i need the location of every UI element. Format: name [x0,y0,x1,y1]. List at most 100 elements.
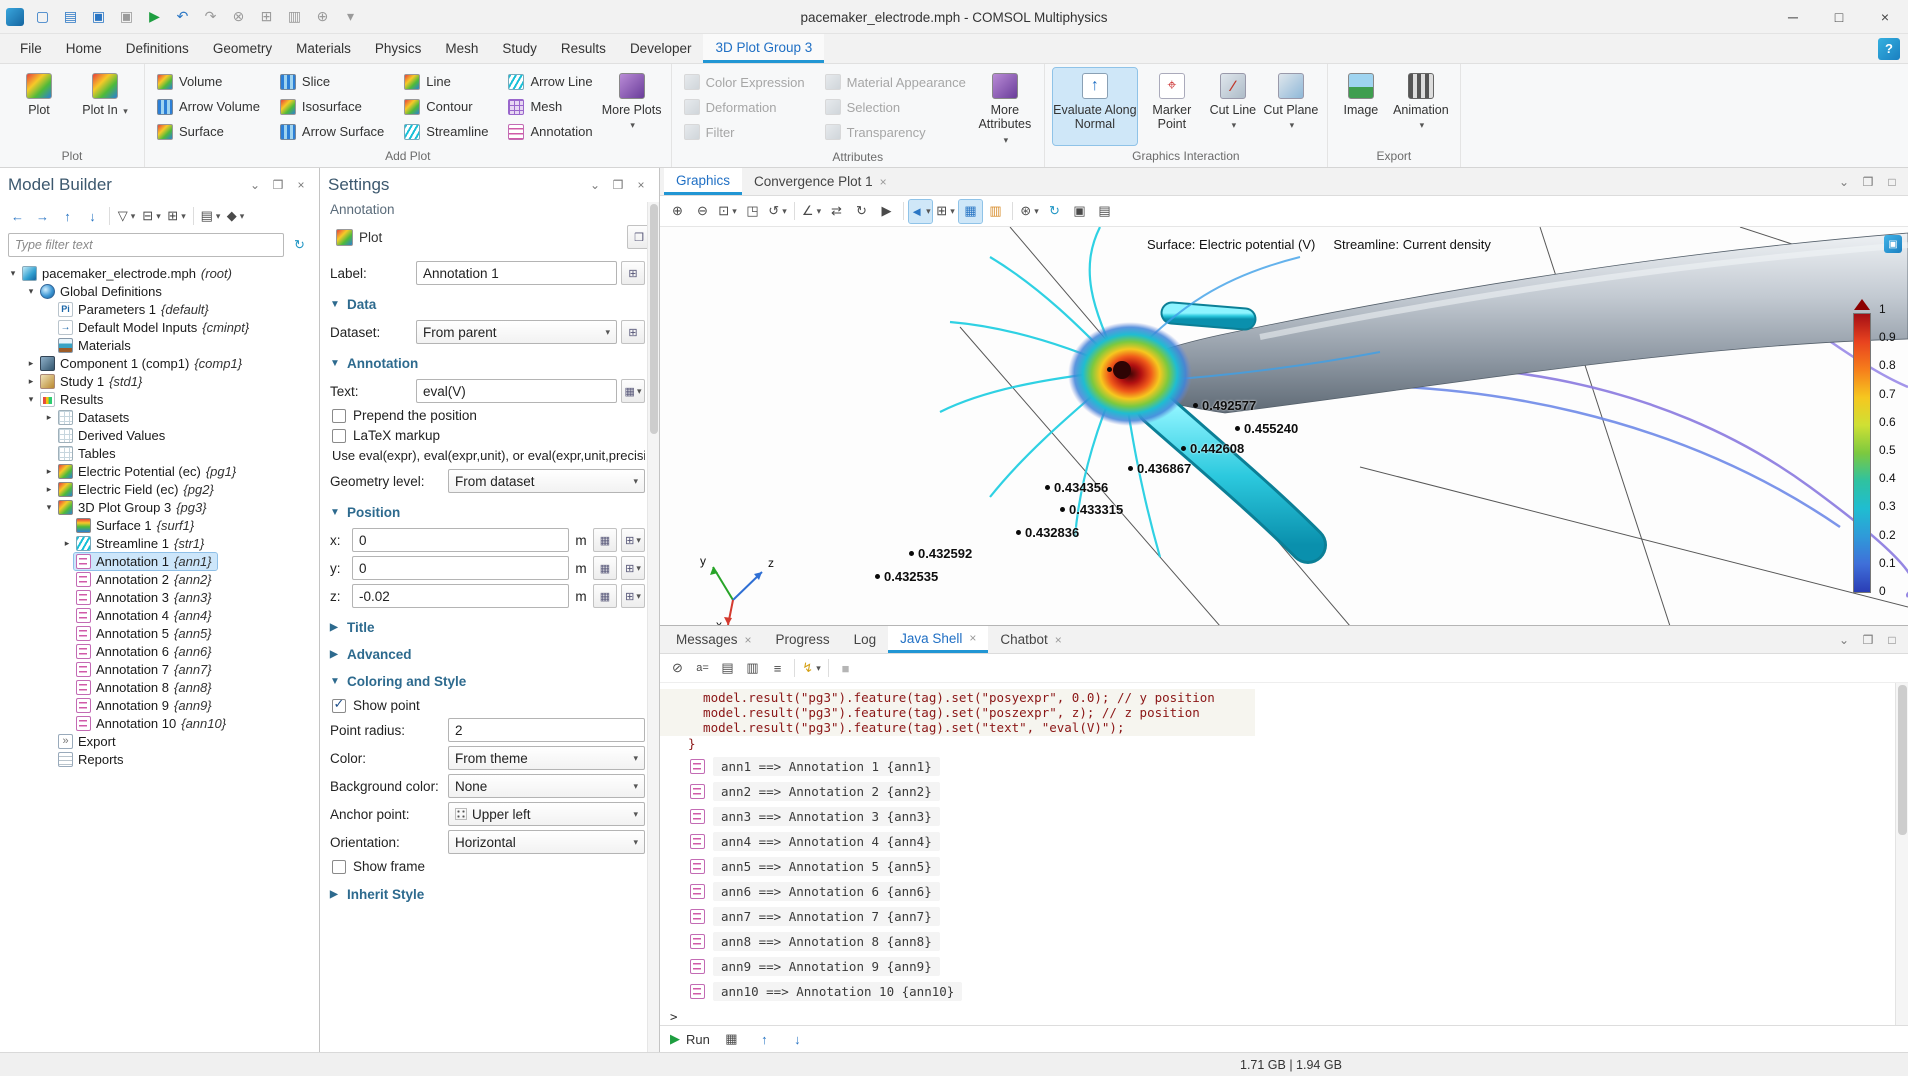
java-shell-output[interactable]: model.result("pg3").feature(tag).set("po… [660,683,1908,1025]
tab-progress[interactable]: Progress [764,626,842,653]
more-attributes-button[interactable]: More Attributes ▾ [974,68,1036,146]
tab-chatbot[interactable]: Chatbot× [988,626,1073,653]
measure-icon[interactable]: ▥ [984,200,1007,223]
filter-button[interactable]: Filter [680,120,809,144]
zoom-box-icon[interactable]: ⊡▾ [716,200,739,223]
tree-item-electric-field[interactable]: ▸Electric Field (ec){pg2} [0,480,319,498]
tree-item-annotation-9[interactable]: Annotation 9{ann9} [0,696,319,714]
help-button[interactable]: ? [1878,38,1900,60]
add-slice-button[interactable]: Slice [276,70,388,94]
word-wrap-icon[interactable]: ≡ [766,657,789,680]
tree-item-export[interactable]: Export [0,732,319,750]
history-previous-icon[interactable]: ↑ [753,1028,776,1051]
y-range-button[interactable]: ▦ [593,556,617,580]
tree-item-datasets[interactable]: ▸Datasets [0,408,319,426]
view-layout-icon[interactable]: ⊞▾ [934,200,957,223]
tree-item-electric-potential[interactable]: ▸Electric Potential (ec){pg1} [0,462,319,480]
panel-menu-icon[interactable]: ⌄ [245,175,265,195]
transparency-button[interactable]: Transparency [821,120,970,144]
switch-view-icon[interactable]: ⇄ [825,200,848,223]
annotation-text-input[interactable] [416,379,617,403]
add-mesh-button[interactable]: Mesh [504,95,596,119]
model-tree-node-button[interactable]: ◆▾ [224,205,247,228]
panel-menu-icon[interactable]: ⌄ [585,175,605,195]
expand-all-button[interactable]: ⊞▾ [165,205,188,228]
plot-ribbon-button[interactable]: Plot [8,68,70,145]
settings-plot-button[interactable]: Plot [328,226,390,249]
z-input[interactable] [352,584,569,608]
copy-button[interactable]: ⊞ [253,4,280,30]
prepend-position-checkbox[interactable] [332,409,346,423]
section-data[interactable]: ▼Data [330,289,645,316]
deformation-button[interactable]: Deformation [680,95,809,119]
add-annotation-button[interactable]: Annotation [504,120,596,144]
x-input[interactable] [352,528,569,552]
tab-materials[interactable]: Materials [284,34,363,63]
show-variables-icon[interactable]: a= [691,657,714,680]
text-expression-menu-button[interactable]: ▦▾ [621,379,645,403]
color-expression-button[interactable]: Color Expression [680,70,809,94]
refresh-filter-icon[interactable]: ↻ [288,234,311,257]
scene-settings-icon[interactable]: ⊛▾ [1018,200,1041,223]
close-panel-icon[interactable]: × [631,175,651,195]
close-panel-icon[interactable]: × [291,175,311,195]
tree-item-reports[interactable]: Reports [0,750,319,768]
tree-item-tables[interactable]: Tables [0,444,319,462]
expander-icon[interactable]: ▸ [42,484,56,495]
tab-convergence-plot-1[interactable]: Convergence Plot 1× [742,168,899,195]
collapse-output-icon[interactable]: ▤ [716,657,739,680]
zoom-extents-icon[interactable]: ◳ [741,200,764,223]
y-menu-button[interactable]: ⊞▾ [621,556,645,580]
open-file-button[interactable]: ▤ [57,4,84,30]
y-input[interactable] [352,556,569,580]
save-as-button[interactable]: ▣ [113,4,140,30]
tree-item-derived-values[interactable]: Derived Values [0,426,319,444]
camera-movie-icon[interactable]: ▶ [875,200,898,223]
maximize-panel-icon[interactable]: □ [1882,172,1902,192]
add-isosurface-button[interactable]: Isosurface [276,95,388,119]
execute-icon[interactable]: ↯▾ [800,657,823,680]
paste-button[interactable]: ▥ [281,4,308,30]
tab-java-shell[interactable]: Java Shell× [888,626,988,653]
move-down-button[interactable]: ↓ [81,205,104,228]
x-menu-button[interactable]: ⊞▾ [621,528,645,552]
rename-button[interactable]: ⊞ [621,261,645,285]
tree-item-streamline-1[interactable]: ▸Streamline 1{str1} [0,534,319,552]
cut-plane-button[interactable]: Cut Plane ▾ [1263,68,1319,145]
view-orientation-icon[interactable]: ∠▾ [800,200,823,223]
tab-messages[interactable]: Messages× [664,626,764,653]
tab-results[interactable]: Results [549,34,618,63]
customize-toolbar-caret[interactable]: ▾ [337,4,364,30]
tab-mesh[interactable]: Mesh [433,34,490,63]
panel-menu-icon[interactable]: ⌄ [1834,172,1854,192]
tab-study[interactable]: Study [490,34,549,63]
tree-item-annotation-1[interactable]: Annotation 1{ann1} [0,552,319,570]
panel-menu-icon[interactable]: ⌄ [1834,630,1854,650]
tree-filter-input[interactable] [8,233,284,257]
plot-in-button[interactable]: Plot In ▾ [74,68,136,145]
section-coloring-and-style[interactable]: ▼Coloring and Style [330,666,645,693]
export-image-button[interactable]: Image [1336,68,1386,145]
expander-icon[interactable]: ▾ [24,394,38,405]
add-arrow-line-button[interactable]: Arrow Line [504,70,596,94]
graphics-canvas[interactable]: Surface: Electric potential (V) Streamli… [660,227,1908,625]
show-options-button[interactable]: ▤▾ [199,205,222,228]
section-annotation[interactable]: ▼Annotation [330,348,645,375]
tree-item-annotation-10[interactable]: Annotation 10{ann10} [0,714,319,732]
history-next-icon[interactable]: ↓ [786,1028,809,1051]
float-panel-icon[interactable]: ❒ [1858,630,1878,650]
tree-item-annotation-5[interactable]: Annotation 5{ann5} [0,624,319,642]
forward-button[interactable]: → [31,205,54,228]
maximize-button[interactable]: □ [1816,0,1862,34]
close-tab-icon[interactable]: × [969,631,976,645]
dataset-select[interactable]: From parent▾ [416,320,617,344]
tree-item-root[interactable]: ▾pacemaker_electrode.mph(root) [0,264,319,282]
clear-console-icon[interactable]: ⊘ [666,657,689,680]
x-range-button[interactable]: ▦ [593,528,617,552]
export-animation-button[interactable]: Animation ▾ [1390,68,1452,145]
minimize-button[interactable]: ─ [1770,0,1816,34]
add-arrow-volume-button[interactable]: Arrow Volume [153,95,264,119]
close-tab-icon[interactable]: × [745,633,752,647]
float-panel-icon[interactable]: ❒ [268,175,288,195]
print-icon[interactable]: ▤ [1093,200,1116,223]
